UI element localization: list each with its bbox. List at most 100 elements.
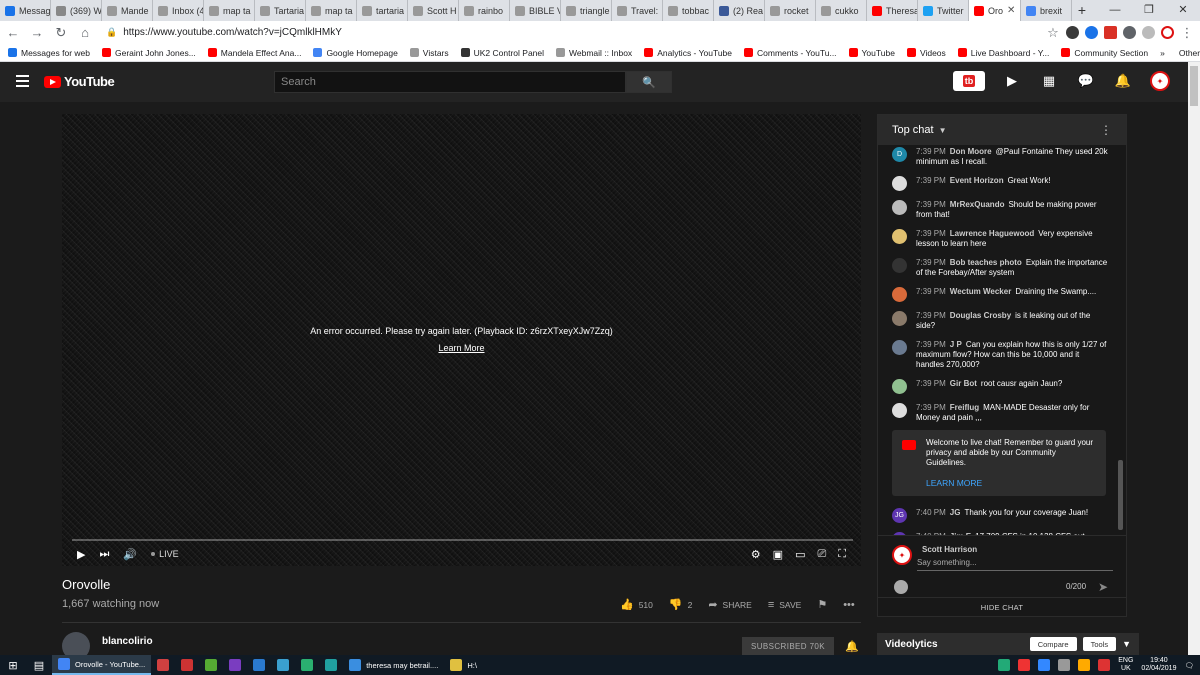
- progress-bar[interactable]: [72, 539, 853, 541]
- chat-author-name[interactable]: JG: [950, 508, 961, 517]
- bookmark-item[interactable]: Comments - YouTu...: [744, 48, 837, 58]
- tools-button[interactable]: Tools: [1082, 637, 1117, 651]
- live-indicator[interactable]: LIVE: [151, 549, 179, 559]
- volume-icon[interactable]: 🔊: [123, 548, 137, 561]
- chat-author-name[interactable]: MrRexQuando: [950, 200, 1005, 209]
- taskbar-app[interactable]: Orovolle - YouTube...: [52, 655, 152, 675]
- chat-message[interactable]: 7:39 PM Bob teaches photo Explain the impo…: [878, 256, 1116, 280]
- browser-tab[interactable]: Tartaria: [255, 0, 306, 21]
- hamburger-menu-icon[interactable]: [16, 75, 29, 87]
- create-video-icon[interactable]: ▶: [1002, 71, 1022, 91]
- browser-tab[interactable]: cukko: [816, 0, 867, 21]
- fullscreen-icon[interactable]: ⛶: [838, 548, 846, 561]
- bookmark-item[interactable]: Mandela Effect Ana...: [207, 48, 301, 58]
- browser-tab[interactable]: Theresa: [867, 0, 918, 21]
- more-actions-button[interactable]: •••: [843, 599, 855, 611]
- videolytics-extension-icon[interactable]: tb: [953, 71, 985, 91]
- chat-author-name[interactable]: Don Moore: [950, 147, 992, 156]
- taskbar-app[interactable]: [151, 655, 175, 675]
- taskbar-app[interactable]: [175, 655, 199, 675]
- theater-mode-icon[interactable]: ▭: [795, 548, 805, 561]
- browser-tab[interactable]: Travel:: [612, 0, 663, 21]
- input-language[interactable]: ENG UK: [1118, 657, 1133, 673]
- browser-tab[interactable]: Mande: [102, 0, 153, 21]
- chat-message[interactable]: 7:39 PM Douglas Crosby is it leaking out o…: [878, 309, 1116, 333]
- chat-message[interactable]: 7:39 PM Freiflug MAN-MADE Desaster only fo…: [878, 401, 1116, 425]
- browser-tab[interactable]: brexit: [1021, 0, 1072, 21]
- like-button[interactable]: 👍 510: [620, 598, 653, 611]
- tray-app-icon[interactable]: [1058, 659, 1071, 671]
- taskbar-app[interactable]: [223, 655, 247, 675]
- bookmark-item[interactable]: Vistars: [409, 48, 449, 58]
- tray-app-icon[interactable]: [998, 659, 1011, 671]
- bookmark-item[interactable]: Community Section: [1061, 48, 1148, 58]
- browser-tab[interactable]: Twitter: [918, 0, 969, 21]
- task-view-icon[interactable]: ▤: [26, 659, 52, 672]
- chat-author-name[interactable]: J P: [950, 340, 962, 349]
- chat-author-name[interactable]: Wectum Wecker: [950, 287, 1012, 296]
- taskbar-app[interactable]: [247, 655, 271, 675]
- forward-icon[interactable]: →: [30, 25, 44, 40]
- minimize-icon[interactable]: —: [1098, 0, 1132, 21]
- browser-tab[interactable]: tobbac: [663, 0, 714, 21]
- tray-app-icon[interactable]: [1098, 659, 1111, 671]
- search-input[interactable]: Search: [274, 71, 626, 93]
- messages-icon[interactable]: 💬: [1076, 71, 1096, 91]
- browser-tab[interactable]: map ta: [306, 0, 357, 21]
- chat-message[interactable]: 7:39 PM Wectum Wecker Draining the Swamp..…: [878, 285, 1116, 304]
- tray-app-icon[interactable]: [1078, 659, 1091, 671]
- scrollbar-thumb[interactable]: [1190, 66, 1198, 106]
- subscribe-button[interactable]: SUBSCRIBED 70K: [742, 637, 834, 655]
- cast-icon[interactable]: ⎚: [817, 548, 826, 561]
- chat-message[interactable]: D 7:39 PM Don Moore @Paul Fontaine They use…: [878, 145, 1116, 169]
- bookmark-item[interactable]: Videos: [906, 48, 946, 58]
- bookmark-item[interactable]: YouTube: [848, 48, 895, 58]
- dropdown-caret-icon[interactable]: ▼: [939, 126, 947, 135]
- more-vert-icon[interactable]: ⋮: [1100, 123, 1112, 137]
- browser-tab[interactable]: (2) Rea: [714, 0, 765, 21]
- collapse-caret-icon[interactable]: ▼: [1122, 639, 1131, 649]
- close-window-icon[interactable]: ✕: [1166, 0, 1200, 21]
- play-icon[interactable]: ▶: [77, 548, 85, 561]
- taskbar-app[interactable]: [295, 655, 319, 675]
- chat-mode-label[interactable]: Top chat: [892, 124, 934, 136]
- account-avatar[interactable]: ✦: [1150, 71, 1170, 91]
- browser-tab[interactable]: BIBLE V: [510, 0, 561, 21]
- extension-icon[interactable]: [1104, 26, 1117, 39]
- star-icon[interactable]: ☆: [1046, 25, 1060, 41]
- home-icon[interactable]: ⌂: [78, 25, 92, 40]
- extension-icon[interactable]: [1123, 26, 1136, 39]
- emoji-icon[interactable]: [894, 580, 908, 594]
- chat-message[interactable]: JG 7:40 PM JG Thank you for your coverage J…: [878, 506, 1116, 525]
- taskbar-app[interactable]: [271, 655, 295, 675]
- chat-author-name[interactable]: Bob teaches photo: [950, 258, 1022, 267]
- new-tab-button[interactable]: +: [1072, 0, 1092, 21]
- profile-icon[interactable]: [1161, 26, 1174, 39]
- bookmark-item[interactable]: Google Homepage: [313, 48, 398, 58]
- browser-tab[interactable]: Scott H: [408, 0, 459, 21]
- extension-icon[interactable]: [1142, 26, 1155, 39]
- compare-button[interactable]: Compare: [1029, 637, 1077, 651]
- next-icon[interactable]: ⏭: [99, 548, 109, 561]
- browser-tab[interactable]: tartaria: [357, 0, 408, 21]
- bookmark-item[interactable]: Webmail :: Inbox: [556, 48, 632, 58]
- browser-tab[interactable]: Messag: [0, 0, 51, 21]
- bookmark-item[interactable]: UK2 Control Panel: [460, 48, 544, 58]
- extension-icon[interactable]: [1085, 26, 1098, 39]
- bookmark-item[interactable]: Live Dashboard - Y...: [957, 48, 1049, 58]
- back-icon[interactable]: ←: [6, 25, 20, 40]
- chat-author-name[interactable]: Event Horizon: [950, 176, 1004, 185]
- bookmark-item[interactable]: Analytics - YouTube: [644, 48, 732, 58]
- notification-bell-icon[interactable]: 🔔: [845, 640, 859, 653]
- taskbar-app[interactable]: [199, 655, 223, 675]
- maximize-icon[interactable]: ❐: [1132, 0, 1166, 21]
- system-clock[interactable]: 19:40 02/04/2019: [1141, 657, 1176, 673]
- settings-gear-icon[interactable]: ⚙: [751, 548, 761, 561]
- browser-tab[interactable]: Inbox (4: [153, 0, 204, 21]
- chat-author-name[interactable]: Douglas Crosby: [950, 311, 1011, 320]
- chat-scrollbar[interactable]: [1118, 460, 1123, 530]
- action-center-icon[interactable]: 🗨: [1184, 661, 1194, 670]
- chat-message[interactable]: 7:39 PM MrRexQuando Should be making power…: [878, 198, 1116, 222]
- share-button[interactable]: ➦ SHARE: [708, 598, 752, 611]
- address-bar[interactable]: 🔒 https://www.youtube.com/watch?v=jCQmlk…: [102, 23, 1036, 42]
